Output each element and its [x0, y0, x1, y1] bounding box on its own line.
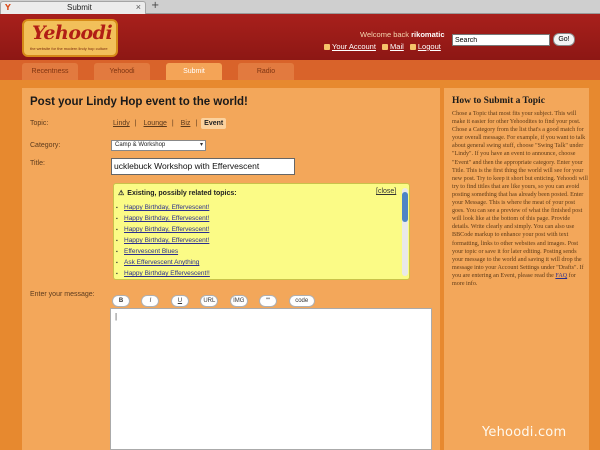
logo-tagline: the website for the modern lindy hop cul…: [30, 46, 108, 51]
mail-link[interactable]: Mail: [390, 42, 404, 51]
image-button[interactable]: IMG: [229, 295, 248, 307]
title-label: Title:: [30, 160, 45, 167]
topic-label: Topic:: [30, 120, 49, 127]
topic-lindy[interactable]: Lindy: [110, 118, 133, 129]
related-topics-heading: ⚠ Existing, possibly related topics:: [118, 189, 237, 197]
bbcode-toolbar: B I U URL IMG ““ code: [112, 289, 322, 307]
account-icon: [324, 44, 330, 51]
quote-button[interactable]: ““: [259, 295, 278, 307]
topic-biz[interactable]: Biz: [178, 118, 194, 129]
help-sidebar: How to Submit a Topic Chose a Topic that…: [444, 88, 589, 450]
watermark: Yehoodi.com: [482, 425, 567, 440]
topic-separator: |: [134, 120, 137, 127]
main-nav: Recentness Yehoodi Submit Radio: [0, 60, 600, 80]
welcome-prefix: Welcome back: [360, 30, 410, 39]
user-links: Your Account Mail Logout: [320, 42, 441, 51]
sidebar-title: How to Submit a Topic: [452, 96, 545, 106]
related-topic-link[interactable]: Happy Birthday, Effervescent!: [124, 202, 394, 213]
browser-tab-strip: Y Submit × +: [0, 0, 600, 14]
search-input[interactable]: [452, 34, 550, 46]
your-account-link[interactable]: Your Account: [332, 42, 376, 51]
category-select[interactable]: Camp & Workshop ▾: [111, 140, 206, 151]
title-input[interactable]: ucklebuck Workshop with Effervescent: [111, 158, 295, 175]
italic-button[interactable]: I: [141, 295, 160, 307]
site-logo[interactable]: Yehoodi the website for the modern lindy…: [22, 19, 118, 57]
topic-event[interactable]: Event: [201, 118, 227, 129]
faq-link[interactable]: FAQ: [555, 273, 567, 279]
close-related-link[interactable]: [close]: [376, 188, 396, 195]
nav-tab-radio[interactable]: Radio: [238, 63, 294, 80]
browser-tab[interactable]: Y Submit ×: [0, 1, 146, 14]
welcome-message: Welcome back rikomatic: [360, 30, 445, 39]
text-cursor: |: [115, 312, 118, 321]
category-value: Camp & Workshop: [115, 142, 166, 148]
related-topic-link[interactable]: Effervescent Blues: [124, 246, 394, 257]
sidebar-help-text: Chose a Topic that most fits your subjec…: [452, 110, 588, 288]
tab-title: Submit: [67, 3, 92, 12]
close-tab-icon[interactable]: ×: [136, 2, 141, 12]
nav-tab-recentness[interactable]: Recentness: [22, 63, 78, 80]
topic-selector: Lindy | Lounge | Biz | Event: [110, 118, 228, 129]
underline-button[interactable]: U: [170, 295, 189, 307]
related-scrollbar-thumb[interactable]: [402, 192, 408, 222]
page-title: Post your Lindy Hop event to the world!: [30, 96, 248, 108]
warning-icon: ⚠: [118, 190, 125, 197]
related-topic-link[interactable]: Happy Birthday, Effervescent!: [124, 213, 394, 224]
related-scrollbar[interactable]: [402, 188, 408, 276]
code-button[interactable]: code: [288, 295, 315, 307]
username: rikomatic: [411, 30, 445, 39]
related-topic-link[interactable]: Happy Birthday Effervescent!!: [124, 268, 394, 279]
logout-icon: [409, 44, 416, 51]
bold-button[interactable]: B: [112, 295, 130, 307]
topic-lounge[interactable]: Lounge: [141, 118, 170, 129]
sidebar-body: Chose a Topic that most fits your subjec…: [452, 111, 588, 279]
related-topic-link[interactable]: Ask Effervescent Anything: [124, 257, 394, 268]
logo-wordmark: Yehoodi: [32, 22, 113, 44]
related-topics-box: ⚠ Existing, possibly related topics: [clo…: [113, 183, 410, 280]
topic-separator: |: [195, 120, 198, 127]
message-textarea[interactable]: |: [110, 308, 432, 450]
search-go-button[interactable]: Go!: [553, 33, 575, 46]
chevron-down-icon: ▾: [199, 142, 203, 148]
nav-tab-yehoodi[interactable]: Yehoodi: [94, 63, 150, 80]
related-topic-link[interactable]: Happy Birthday, Effervescent!: [124, 224, 394, 235]
yehoodi-favicon-icon: Y: [5, 3, 11, 12]
submit-form-panel: Post your Lindy Hop event to the world! …: [22, 88, 440, 450]
category-label: Category:: [30, 142, 61, 149]
related-topic-link[interactable]: Happy Birthday, Effervescent!: [124, 235, 394, 246]
topic-separator: |: [171, 120, 174, 127]
nav-tab-submit[interactable]: Submit: [166, 63, 222, 80]
logout-link[interactable]: Logout: [418, 42, 441, 51]
message-label: Enter your message:: [30, 291, 95, 298]
site-header: Yehoodi the website for the modern lindy…: [0, 14, 600, 60]
related-heading-text: Existing, possibly related topics:: [127, 190, 237, 197]
mail-icon: [382, 44, 389, 51]
new-tab-icon[interactable]: +: [151, 0, 159, 11]
link-button[interactable]: URL: [200, 295, 219, 307]
related-topics-list: Happy Birthday, Effervescent! Happy Birt…: [124, 202, 394, 279]
